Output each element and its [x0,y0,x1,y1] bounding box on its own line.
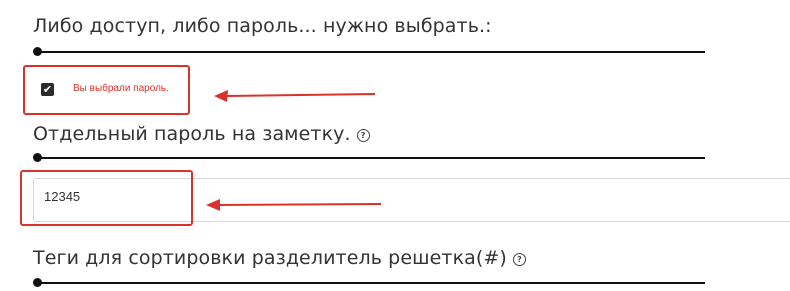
access-choice-slider[interactable] [33,47,705,57]
help-circle-icon[interactable]: ? [512,253,526,266]
slider-track [37,51,705,53]
tags-label: Теги для сортировки разделитель решетка(… [33,247,507,269]
tags-slider[interactable] [33,278,705,288]
slider-handle[interactable] [33,47,42,56]
slider-handle[interactable] [33,153,42,162]
arrow-left-icon [214,90,376,102]
checkbox-checked-icon: ✔ [42,83,53,96]
access-choice-label: Либо доступ, либо пароль... нужно выбрат… [33,15,492,37]
note-password-label-row: Отдельный пароль на заметку.? [33,123,370,145]
input-highlight-box [20,170,193,226]
slider-track [37,157,705,159]
note-password-slider[interactable] [33,153,705,163]
tags-label-row: Теги для сортировки разделитель решетка(… [33,247,526,269]
password-checkbox[interactable]: ✔ [41,83,54,96]
slider-handle[interactable] [33,278,42,287]
help-circle-icon[interactable]: ? [356,129,370,142]
arrow-left-icon [206,199,382,211]
note-password-label: Отдельный пароль на заметку. [33,123,351,145]
password-checkbox-label: Вы выбрали пароль. [73,83,169,94]
slider-track [37,282,705,284]
